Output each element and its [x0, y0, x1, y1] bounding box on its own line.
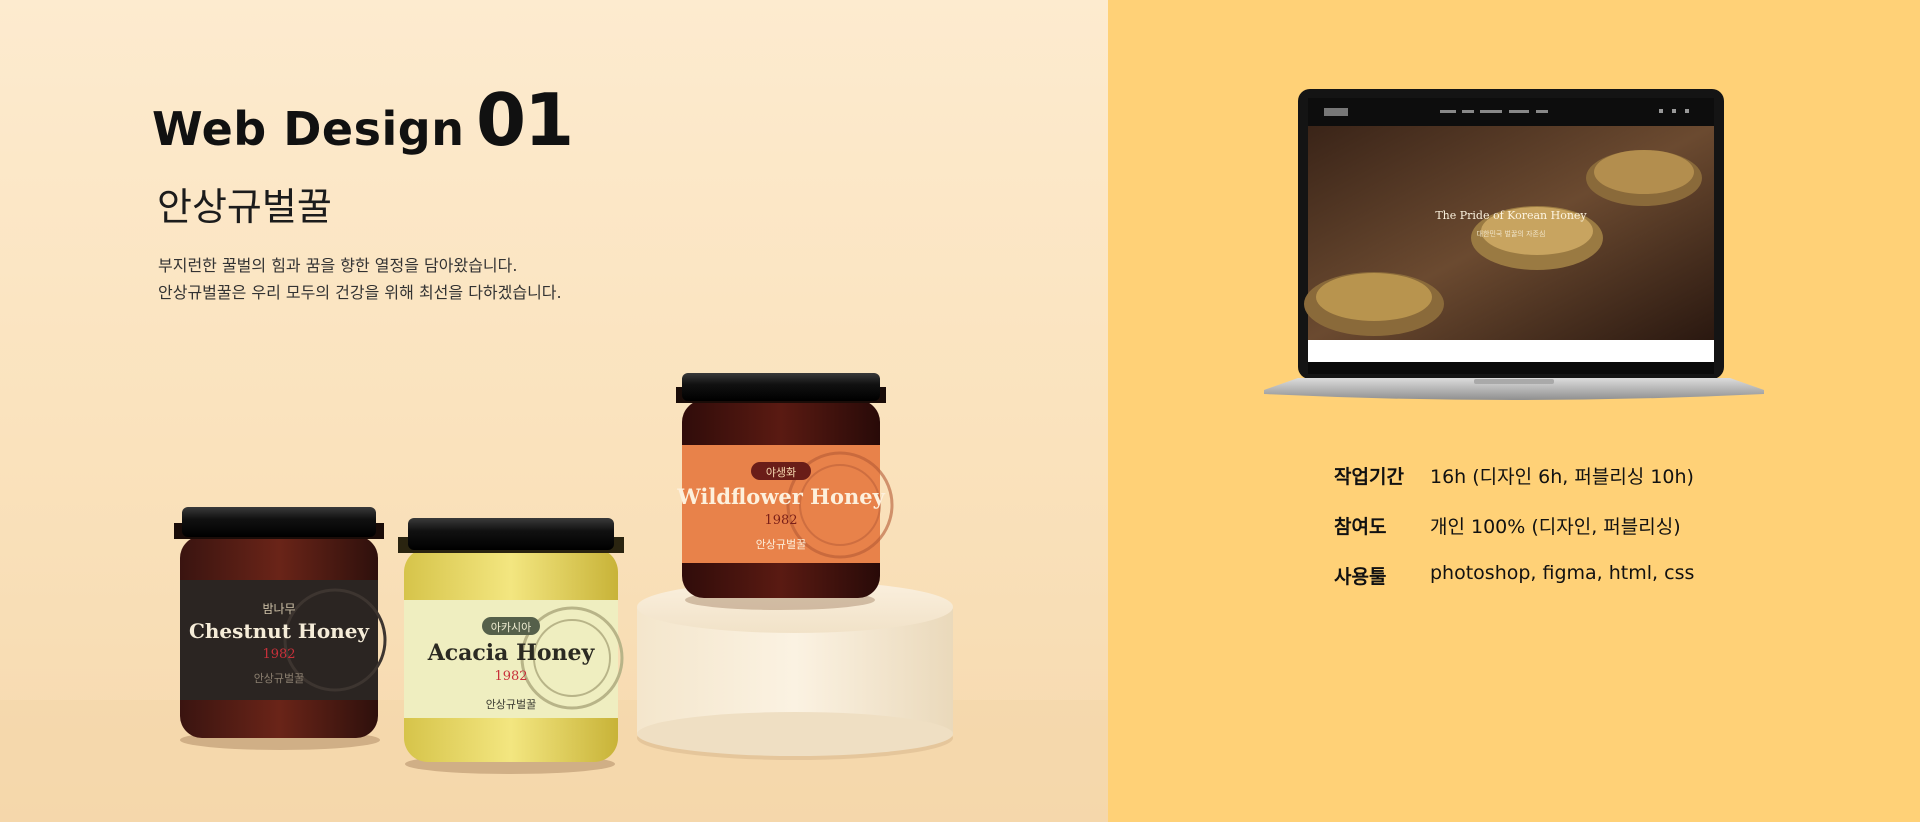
screen-hero-subtitle: 대한민국 벌꿀의 자존심 — [1477, 229, 1546, 238]
wildflower-year-label: 1982 — [764, 513, 797, 528]
product-photo: 야생화 Wildflower Honey 1982 안상규벌꿀 밤나무 Ches… — [0, 373, 1108, 822]
info-value: 개인 100% (디자인, 퍼블리싱) — [1430, 516, 1681, 538]
chestnut-year-label: 1982 — [262, 647, 295, 662]
info-label: 작업기간 — [1334, 466, 1404, 488]
acacia-year-label: 1982 — [494, 669, 527, 684]
info-label: 사용툴 — [1334, 566, 1387, 588]
wildflower-honey-jar: 야생화 Wildflower Honey 1982 안상규벌꿀 — [676, 373, 894, 610]
chestnut-name-label: Chestnut Honey — [189, 619, 370, 643]
chestnut-honey-jar: 밤나무 Chestnut Honey 1982 안상규벌꿀 — [174, 507, 387, 750]
info-label: 참여도 — [1334, 516, 1387, 538]
screen-logo — [1324, 108, 1348, 116]
project-info: 작업기간 16h (디자인 6h, 퍼블리싱 10h) 참여도 개인 100% … — [1334, 462, 1694, 612]
info-value: 16h (디자인 6h, 퍼블리싱 10h) — [1430, 466, 1694, 488]
acacia-korean-label: 아카시아 — [491, 621, 531, 634]
wildflower-brand-label: 안상규벌꿀 — [756, 538, 807, 551]
screen-hero-title: The Pride of Korean Honey — [1435, 209, 1587, 222]
info-row-duration: 작업기간 16h (디자인 6h, 퍼블리싱 10h) — [1334, 462, 1694, 512]
acacia-brand-label: 안상규벌꿀 — [486, 698, 537, 711]
info-row-participation: 참여도 개인 100% (디자인, 퍼블리싱) — [1334, 512, 1694, 562]
wildflower-name-label: Wildflower Honey — [676, 484, 885, 509]
laptop-mockup: The Pride of Korean Honey 대한민국 벌꿀의 자존심 — [1264, 89, 1764, 400]
acacia-honey-jar: 아카시아 Acacia Honey 1982 안상규벌꿀 — [398, 518, 624, 774]
info-row-tools: 사용툴 photoshop, figma, html, css — [1334, 562, 1694, 612]
wildflower-korean-label: 야생화 — [766, 466, 796, 479]
chestnut-korean-label: 밤나무 — [262, 602, 295, 616]
acacia-name-label: Acacia Honey — [427, 640, 596, 666]
info-value: photoshop, figma, html, css — [1430, 562, 1695, 584]
left-panel: Web Design 01 안상규벌꿀 부지런한 꿀벌의 힘과 꿈을 향한 열정… — [0, 0, 1108, 822]
chestnut-brand-label: 안상규벌꿀 — [254, 672, 305, 685]
